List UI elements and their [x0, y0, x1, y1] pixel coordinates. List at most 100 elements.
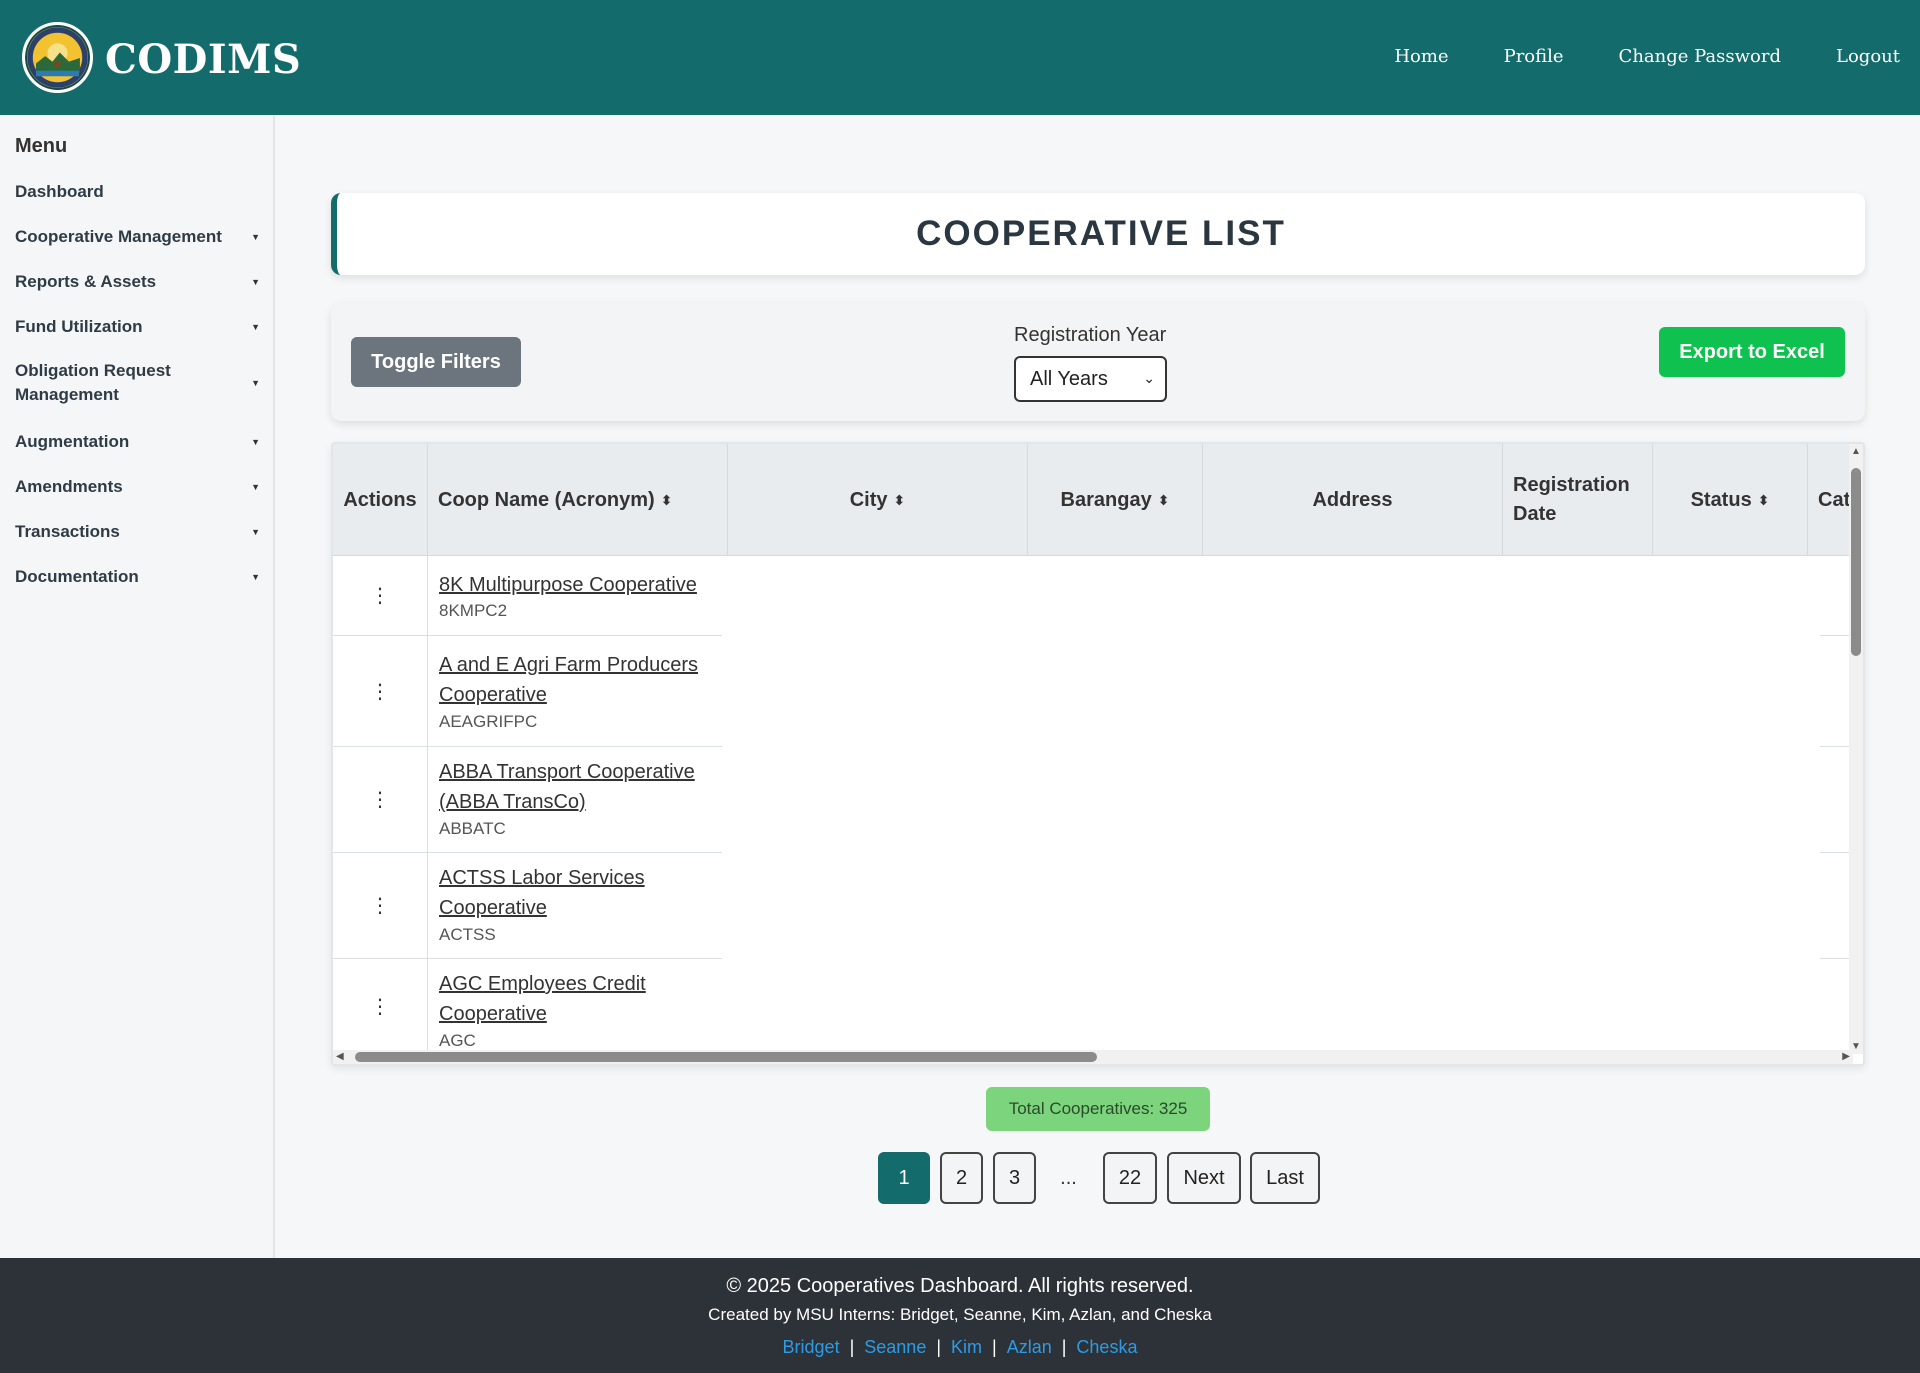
scroll-up-icon[interactable]: ▲ — [1851, 446, 1861, 457]
sidebar-item-label: Cooperative Management — [15, 227, 222, 246]
top-navbar: CODIMS Home Profile Change Password Logo… — [0, 0, 1920, 115]
sidebar-item-cooperative-management[interactable]: Cooperative Management ▼ — [15, 225, 260, 249]
scroll-right-icon[interactable]: ▶ — [1842, 1051, 1850, 1062]
sidebar-item-documentation[interactable]: Documentation ▼ — [15, 565, 260, 589]
page-3-button[interactable]: 3 — [993, 1152, 1036, 1204]
header-status[interactable]: Status ⬍ — [1653, 444, 1808, 556]
sort-icon[interactable]: ⬍ — [661, 486, 673, 515]
kebab-menu-icon[interactable]: ⋮ — [333, 747, 428, 852]
total-cooperatives-badge: Total Cooperatives: 325 — [986, 1087, 1210, 1131]
export-to-excel-button[interactable]: Export to Excel — [1659, 327, 1845, 377]
sidebar-item-label: Augmentation — [15, 432, 130, 451]
sort-icon[interactable]: ⬍ — [1158, 486, 1170, 515]
footer-separator: | — [992, 1337, 997, 1357]
sort-icon[interactable]: ⬍ — [894, 486, 906, 515]
header-category: Cat — [1808, 444, 1853, 556]
header-label: Cat — [1818, 488, 1851, 511]
sidebar-item-dashboard[interactable]: Dashboard — [15, 180, 260, 204]
sidebar-item-transactions[interactable]: Transactions ▼ — [15, 520, 260, 544]
sidebar-item-label: Dashboard — [15, 182, 104, 201]
sidebar-item-label: Amendments — [15, 477, 123, 496]
coop-name-link[interactable]: ABBA Transport Cooperative (ABBA TransCo… — [439, 757, 719, 817]
sidebar-item-augmentation[interactable]: Augmentation ▼ — [15, 430, 260, 454]
header-coop-name[interactable]: Coop Name (Acronym) ⬍ — [428, 444, 728, 556]
header-registration-date: Registration Date — [1503, 444, 1653, 556]
header-label: City — [849, 488, 888, 511]
sidebar-item-amendments[interactable]: Amendments ▼ — [15, 475, 260, 499]
kebab-menu-icon[interactable]: ⋮ — [333, 853, 428, 958]
coop-acronym: AGC — [439, 1031, 476, 1050]
sidebar-item-label: Obligation Request Management — [15, 361, 171, 404]
footer-link-bridget[interactable]: Bridget — [783, 1337, 840, 1358]
footer-link-kim[interactable]: Kim — [951, 1337, 982, 1358]
caret-down-icon: ▼ — [251, 277, 260, 287]
vertical-scrollbar[interactable]: ▲ ▼ — [1849, 444, 1863, 1054]
sidebar-item-reports-assets[interactable]: Reports & Assets ▼ — [15, 270, 260, 294]
coop-name-link[interactable]: 8K Multipurpose Cooperative — [439, 570, 719, 600]
codims-logo-icon[interactable] — [22, 22, 93, 93]
caret-down-icon: ▼ — [251, 572, 260, 582]
header-address: Address — [1203, 444, 1503, 556]
nav-change-password-link[interactable]: Change Password — [1619, 46, 1781, 67]
sidebar-item-obligation-request-management[interactable]: Obligation Request Management ▼ — [15, 359, 260, 407]
footer: © 2025 Cooperatives Dashboard. All right… — [0, 1258, 1920, 1373]
header-label: Coop Name (Acronym) — [438, 488, 655, 511]
next-page-button[interactable]: Next — [1167, 1152, 1241, 1204]
header-label: Registration Date — [1513, 474, 1630, 525]
filter-bar: Toggle Filters Registration Year All Yea… — [331, 303, 1865, 421]
footer-separator: | — [1061, 1337, 1067, 1357]
footer-copyright: © 2025 Cooperatives Dashboard. All right… — [726, 1275, 1194, 1297]
table-row: ⋮ ACTSS Labor Services Cooperative ACTSS — [333, 853, 722, 959]
coop-name-link[interactable]: ACTSS Labor Services Cooperative — [439, 863, 719, 923]
footer-link-azlan[interactable]: Azlan — [1007, 1337, 1052, 1358]
sidebar-item-fund-utilization[interactable]: Fund Utilization ▼ — [15, 315, 260, 339]
coop-name-link[interactable]: A and E Agri Farm Producers Cooperative — [439, 650, 719, 710]
sort-icon[interactable]: ⬍ — [1758, 486, 1770, 515]
table-row: ⋮ AGC Employees Credit Cooperative AGC — [333, 959, 722, 1054]
coop-name-link[interactable]: AGC Employees Credit Cooperative — [439, 969, 719, 1029]
header-city[interactable]: City ⬍ — [728, 444, 1028, 556]
registration-year-select[interactable]: All Years ⌄ — [1014, 356, 1167, 402]
scroll-left-icon[interactable]: ◀ — [336, 1051, 344, 1062]
kebab-menu-icon[interactable]: ⋮ — [333, 959, 428, 1054]
page-1-button[interactable]: 1 — [878, 1152, 930, 1204]
brand-title[interactable]: CODIMS — [105, 36, 301, 83]
nav-home-link[interactable]: Home — [1394, 46, 1448, 67]
registration-year-value: All Years — [1030, 367, 1108, 390]
page-22-button[interactable]: 22 — [1103, 1152, 1157, 1204]
cooperative-table: Actions Coop Name (Acronym) ⬍ City ⬍ Baran… — [331, 442, 1865, 1066]
nav-profile-link[interactable]: Profile — [1504, 46, 1564, 67]
unrendered-columns-area — [724, 556, 1851, 1054]
coop-acronym: 8KMPC2 — [439, 601, 508, 620]
footer-link-seanne[interactable]: Seanne — [864, 1337, 926, 1358]
header-label: Actions — [343, 488, 417, 511]
page-2-button[interactable]: 2 — [940, 1152, 983, 1204]
sidebar-item-label: Fund Utilization — [15, 317, 143, 336]
toggle-filters-button[interactable]: Toggle Filters — [351, 337, 521, 387]
header-label: Status — [1690, 488, 1752, 511]
horizontal-scroll-thumb[interactable] — [355, 1052, 1097, 1062]
sidebar-item-label: Reports & Assets — [15, 272, 157, 291]
table-row: ⋮ ABBA Transport Cooperative (ABBA Trans… — [333, 747, 722, 853]
header-actions: Actions — [333, 444, 428, 556]
caret-down-icon: ▼ — [251, 437, 260, 447]
caret-down-icon: ▼ — [251, 232, 260, 242]
vertical-scroll-thumb[interactable] — [1851, 468, 1861, 656]
kebab-menu-icon[interactable]: ⋮ — [333, 636, 428, 746]
footer-credits: Created by MSU Interns: Bridget, Seanne,… — [708, 1305, 1212, 1324]
chevron-down-icon: ⌄ — [1143, 370, 1155, 386]
header-barangay[interactable]: Barangay ⬍ — [1028, 444, 1203, 556]
table-row: ⋮ 8K Multipurpose Cooperative 8KMPC2 — [333, 556, 722, 636]
kebab-menu-icon[interactable]: ⋮ — [333, 556, 428, 635]
coop-acronym: AEAGRIFPC — [439, 712, 538, 731]
sidebar-item-label: Transactions — [15, 522, 120, 541]
sidebar: Menu Dashboard Cooperative Management ▼ … — [0, 115, 275, 1258]
footer-link-cheska[interactable]: Cheska — [1076, 1337, 1137, 1358]
last-page-button[interactable]: Last — [1250, 1152, 1320, 1204]
top-nav: Home Profile Change Password Logout — [1394, 46, 1900, 67]
header-label: Barangay — [1060, 488, 1152, 511]
horizontal-scrollbar[interactable]: ◀ ▶ — [333, 1050, 1853, 1064]
coop-acronym: ABBATC — [439, 819, 506, 838]
caret-down-icon: ▼ — [251, 482, 260, 492]
nav-logout-link[interactable]: Logout — [1836, 46, 1900, 67]
